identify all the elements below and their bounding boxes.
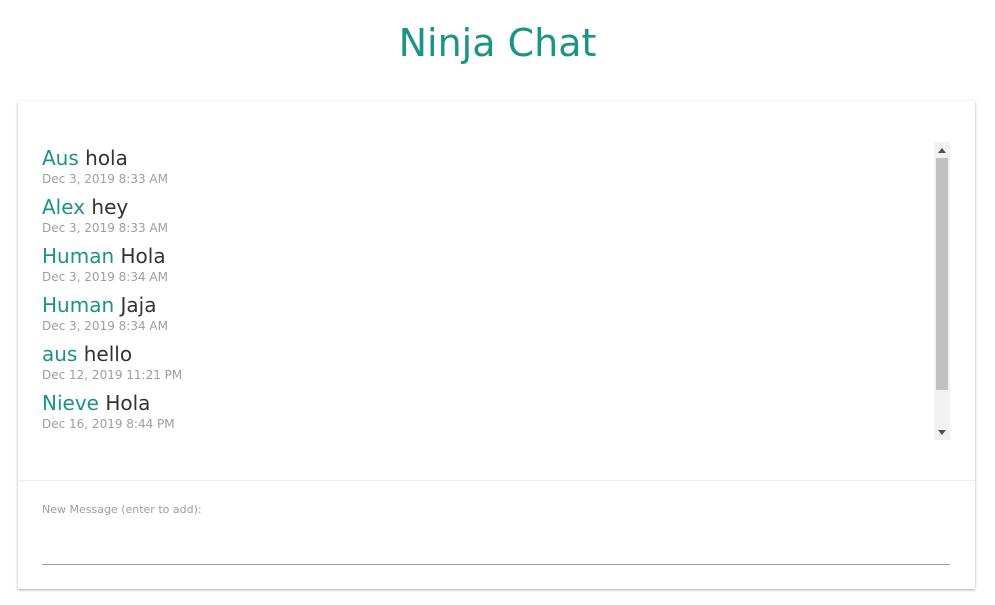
arrow-up-icon: [938, 147, 946, 153]
message-timestamp: Dec 16, 2019 8:44 PM: [42, 417, 175, 431]
message-timestamp: Dec 3, 2019 8:33 AM: [42, 221, 168, 235]
message-author: Alex: [42, 195, 86, 219]
message-item: Human Hola Dec 3, 2019 8:34 AM: [42, 240, 922, 289]
arrow-down-icon: [938, 429, 946, 435]
message-text: Hola: [105, 391, 151, 415]
message-item: Human Jaja Dec 3, 2019 8:34 AM: [42, 289, 922, 338]
message-timestamp: Dec 12, 2019 11:21 PM: [42, 368, 183, 382]
new-message-input[interactable]: [42, 525, 950, 565]
message-item: aus hello Dec 12, 2019 11:21 PM: [42, 338, 922, 387]
scroll-down-button[interactable]: [934, 424, 950, 440]
message-text: Jaja: [120, 293, 157, 317]
message-author: aus: [42, 342, 78, 366]
message-text: Hola: [120, 244, 166, 268]
new-message-label: New Message (enter to add):: [42, 503, 202, 516]
message-list[interactable]: Aus hola Dec 3, 2019 8:33 AM Alex hey De…: [42, 142, 922, 440]
scroll-up-button[interactable]: [934, 142, 950, 158]
message-timestamp: Dec 3, 2019 8:33 AM: [42, 172, 168, 186]
message-text: hola: [85, 146, 128, 170]
message-text: hello: [83, 342, 133, 366]
message-timestamp: Dec 3, 2019 8:34 AM: [42, 319, 168, 333]
chat-card: Aus hola Dec 3, 2019 8:33 AM Alex hey De…: [18, 101, 975, 589]
message-text: hey: [91, 195, 129, 219]
message-author: Aus: [42, 146, 79, 170]
message-timestamp: Dec 3, 2019 8:34 AM: [42, 270, 168, 284]
page: Ninja Chat Aus hola Dec 3, 2019 8:33 AM …: [0, 0, 995, 605]
message-list-scrollbar[interactable]: [934, 142, 950, 440]
message-item: Nieve Hola Dec 16, 2019 8:44 PM: [42, 387, 922, 436]
message-author: Nieve: [42, 391, 99, 415]
message-item: Alex hey Dec 3, 2019 8:33 AM: [42, 191, 922, 240]
page-title: Ninja Chat: [398, 21, 597, 65]
message-item: Aus hola Dec 3, 2019 8:33 AM: [42, 142, 922, 191]
scroll-thumb[interactable]: [936, 158, 948, 390]
divider: [18, 480, 975, 481]
message-author: Human: [42, 293, 115, 317]
message-author: Human: [42, 244, 115, 268]
